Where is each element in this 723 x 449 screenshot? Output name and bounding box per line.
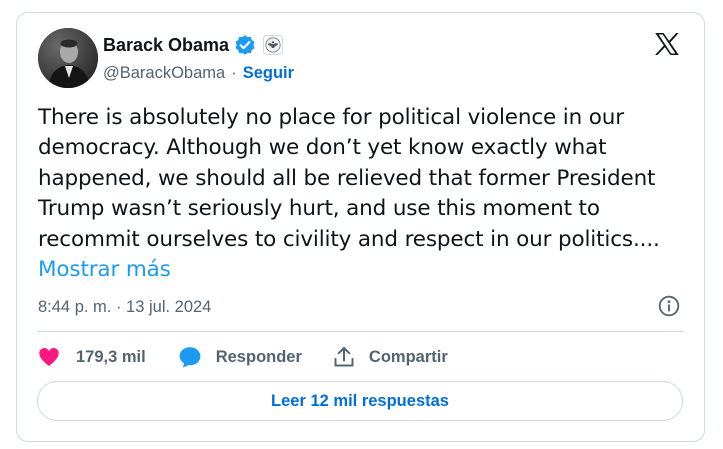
tweet-timestamp[interactable]: 8:44 p. m. · 13 jul. 2024 (38, 298, 211, 317)
share-icon (334, 347, 354, 367)
reply-button[interactable]: Responder (178, 346, 302, 368)
x-logo-icon[interactable] (654, 32, 680, 56)
tweet-text: There is absolutely no place for politic… (38, 103, 688, 285)
author-handle-row: @BarackObama · Seguir (103, 62, 294, 84)
follow-button[interactable]: Seguir (243, 64, 294, 83)
author-name-row: Barack Obama (103, 33, 284, 57)
read-replies-button[interactable]: Leer 12 mil respuestas (37, 381, 683, 421)
author-handle[interactable]: @BarackObama (103, 64, 225, 83)
author-display-name[interactable]: Barack Obama (103, 35, 229, 56)
show-more-link[interactable]: Mostrar más (38, 257, 171, 282)
blue-checkmark-icon (235, 35, 255, 55)
info-icon[interactable] (657, 294, 681, 318)
speech-bubble-icon (179, 347, 201, 368)
tweet-timestamp-row: 8:44 p. m. · 13 jul. 2024 (38, 296, 211, 318)
read-replies-label: Leer 12 mil respuestas (271, 391, 449, 410)
reply-label: Responder (215, 347, 302, 366)
like-button[interactable]: 179,3 mil (38, 347, 146, 367)
likes-count: 179,3 mil (76, 347, 146, 366)
tweet-embed-card: Barack Obama @BarackObama · Seguir There… (16, 12, 705, 442)
tweet-actions: 179,3 mil Responder Compartir (38, 344, 448, 370)
presidential-seal-icon (263, 35, 284, 55)
tweet-body: There is absolutely no place for politic… (38, 105, 660, 252)
share-label: Compartir (368, 347, 448, 366)
heart-icon (39, 348, 59, 366)
divider (38, 331, 684, 332)
share-button[interactable]: Compartir (333, 346, 448, 368)
avatar[interactable] (38, 28, 98, 88)
handle-separator: · (231, 63, 237, 82)
